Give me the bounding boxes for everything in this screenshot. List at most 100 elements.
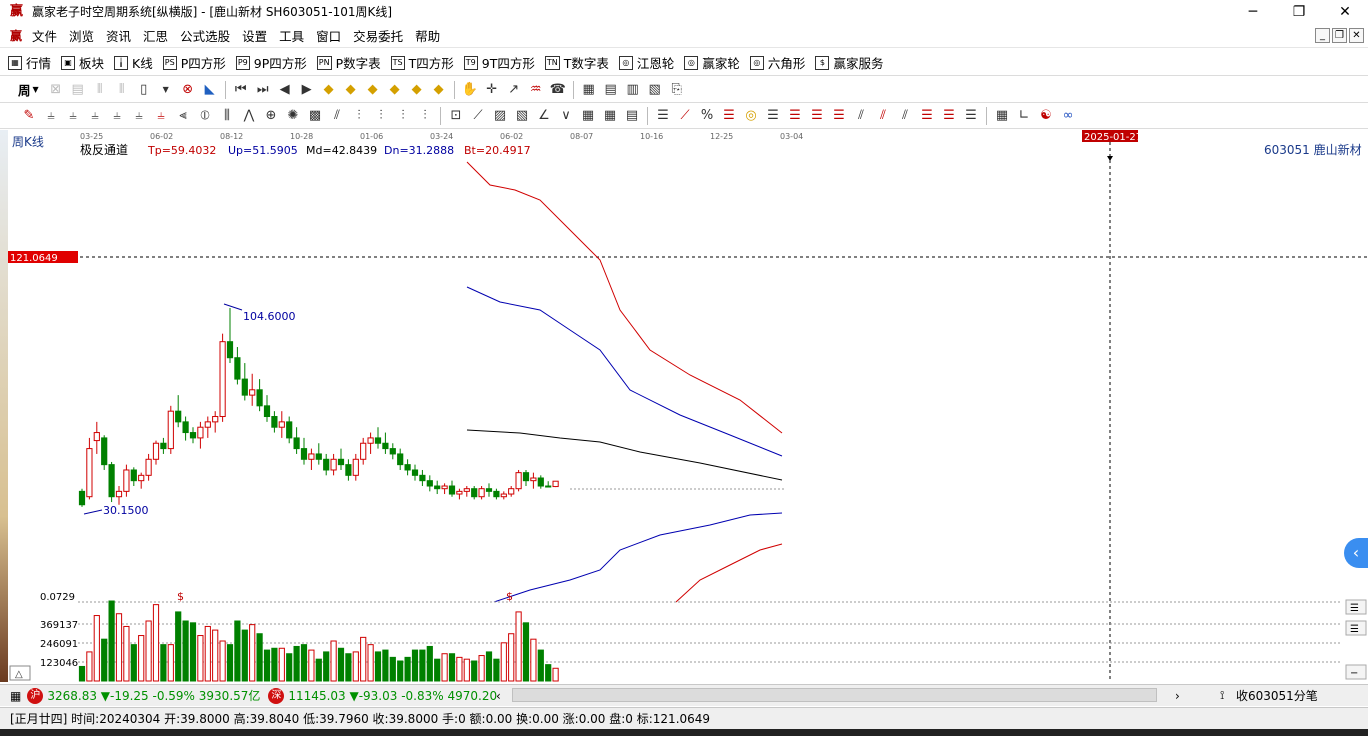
menu-window[interactable]: 窗口 (310, 26, 347, 45)
crosshair-icon[interactable]: ✛ (481, 80, 503, 100)
wave-icon[interactable]: ♒ (525, 80, 547, 100)
draw-5-icon[interactable]: ⫨ (128, 106, 150, 126)
candle-icon[interactable]: ▯ (133, 80, 155, 100)
nav-item-6[interactable]: TS T四方形 (390, 53, 454, 72)
diamond-6-icon[interactable]: ◆ (428, 80, 450, 100)
zoom-icon[interactable]: ⊠ (45, 80, 67, 100)
menu-file[interactable]: 文件 (26, 26, 63, 45)
nav-item-7[interactable]: T9 9T四方形 (463, 53, 535, 72)
draw-19-icon[interactable]: ⊡ (445, 106, 467, 126)
angle-icon[interactable]: ∟ (1013, 106, 1035, 126)
next-icon[interactable]: ▶ (296, 80, 318, 100)
draw-12-icon[interactable]: ✺ (282, 106, 304, 126)
draw-2-icon[interactable]: ⫨ (62, 106, 84, 126)
diamond-1-icon[interactable]: ◆ (318, 80, 340, 100)
prev-icon[interactable]: ◀ (274, 80, 296, 100)
fib-7-icon[interactable]: ☰ (806, 106, 828, 126)
draw-22-icon[interactable]: ▧ (511, 106, 533, 126)
menu-formula[interactable]: 公式选股 (174, 26, 236, 45)
menu-help[interactable]: 帮助 (409, 26, 446, 45)
nav-item-5[interactable]: PN P数字表 (316, 53, 381, 72)
menu-huisi[interactable]: 汇思 (137, 26, 174, 45)
draw-23-icon[interactable]: ∠ (533, 106, 555, 126)
bell-icon[interactable]: ☎ (547, 80, 569, 100)
period-select[interactable]: 周 (18, 80, 31, 99)
taiji-icon[interactable]: ☯ (1035, 106, 1057, 126)
minimize-button[interactable]: ─ (1230, 0, 1276, 23)
restore-button[interactable]: ❐ (1276, 0, 1322, 23)
bars-icon[interactable]: ⫴ (89, 80, 111, 100)
infinity-icon[interactable]: ∞ (1057, 106, 1079, 126)
bars2-icon[interactable]: ⫴ (111, 80, 133, 100)
scroll-right-icon[interactable]: › (1175, 689, 1180, 703)
grid-icon[interactable]: ▦ (991, 106, 1013, 126)
fib-8-icon[interactable]: ☰ (828, 106, 850, 126)
report-icon[interactable]: ▥ (622, 80, 644, 100)
diamond-3-icon[interactable]: ◆ (362, 80, 384, 100)
nav-item-12[interactable]: $ 赢家服务 (815, 53, 883, 72)
fib-2-icon[interactable]: ⟋ (674, 106, 696, 126)
fib-9-icon[interactable]: ⫽ (850, 106, 872, 126)
side-expand-button[interactable]: ‹ (1344, 538, 1368, 568)
hand-icon[interactable]: ✋ (459, 80, 481, 100)
doc-icon[interactable]: ▤ (67, 80, 89, 100)
fib-13-icon[interactable]: ☰ (938, 106, 960, 126)
draw-20-icon[interactable]: ⟋ (467, 106, 489, 126)
menu-browse[interactable]: 浏览 (63, 26, 100, 45)
table-icon[interactable]: ▤ (600, 80, 622, 100)
last-icon[interactable]: ⏭ (252, 80, 274, 100)
nav-item-4[interactable]: P9 9P四方形 (235, 53, 307, 72)
calendar-icon[interactable]: ▦ (578, 80, 600, 100)
fib-1-icon[interactable]: ☰ (652, 106, 674, 126)
menu-tools[interactable]: 工具 (273, 26, 310, 45)
first-icon[interactable]: ⏮ (230, 80, 252, 100)
fib-14-icon[interactable]: ☰ (960, 106, 982, 126)
fib-3-icon[interactable]: ☰ (718, 106, 740, 126)
draw-27-icon[interactable]: ▤ (621, 106, 643, 126)
mdi-restore-button[interactable]: ❐ (1332, 28, 1347, 43)
nav-item-2[interactable]: ╽ K线 (114, 53, 153, 72)
draw-24-icon[interactable]: ∨ (555, 106, 577, 126)
percent-icon[interactable]: % (696, 106, 718, 126)
draw-10-icon[interactable]: ⋀ (238, 106, 260, 126)
draw-6-icon[interactable]: ⫨ (150, 106, 172, 126)
kline-chart[interactable]: 03-25 06-02 08-12 10-28 01-06 03-24 06-02 08-07… (0, 130, 1368, 683)
diamond-2-icon[interactable]: ◆ (340, 80, 362, 100)
draw-15-icon[interactable]: ⫶ (348, 106, 370, 126)
draw-9-icon[interactable]: ⫼ (216, 106, 238, 126)
draw-17-icon[interactable]: ⫶ (392, 106, 414, 126)
draw-11-icon[interactable]: ⊕ (260, 106, 282, 126)
mdi-minimize-button[interactable]: _ (1315, 28, 1330, 43)
sz-index-text[interactable]: 11145.03 ▼-93.03 -0.83% 4970.20 (288, 689, 497, 703)
menu-settings[interactable]: 设置 (236, 26, 273, 45)
draw-3-icon[interactable]: ⫨ (84, 106, 106, 126)
fx-icon[interactable]: ⊗ (177, 80, 199, 100)
fib-4-icon[interactable]: ◎ (740, 106, 762, 126)
fib-12-icon[interactable]: ☰ (916, 106, 938, 126)
grid-menu-icon[interactable]: ▦ (10, 689, 21, 703)
horizontal-scrollbar[interactable] (512, 688, 1157, 702)
scroll-left-icon[interactable]: ‹ (496, 689, 501, 703)
flag-icon[interactable]: ◣ (199, 80, 221, 100)
draw-21-icon[interactable]: ▨ (489, 106, 511, 126)
draw-1-icon[interactable]: ⫨ (40, 106, 62, 126)
fib-5-icon[interactable]: ☰ (762, 106, 784, 126)
draw-18-icon[interactable]: ⫶ (414, 106, 436, 126)
nav-item-3[interactable]: PS P四方形 (162, 53, 226, 72)
mdi-close-button[interactable]: ✕ (1349, 28, 1364, 43)
link-icon[interactable]: ⎘ (666, 80, 688, 100)
tick-data-link[interactable]: 收603051分笔 (1236, 687, 1318, 704)
trend-icon[interactable]: ↗ (503, 80, 525, 100)
draw-7-icon[interactable]: ⫷ (172, 106, 194, 126)
draw-16-icon[interactable]: ⫶ (370, 106, 392, 126)
fib-11-icon[interactable]: ⫽ (894, 106, 916, 126)
draw-26-icon[interactable]: ▦ (599, 106, 621, 126)
nav-item-8[interactable]: TN T数字表 (544, 53, 609, 72)
draw-14-icon[interactable]: ⫽ (326, 106, 348, 126)
draw-4-icon[interactable]: ⫨ (106, 106, 128, 126)
pen-icon[interactable]: ✎ (18, 106, 40, 126)
diamond-5-icon[interactable]: ◆ (406, 80, 428, 100)
nav-item-11[interactable]: ◎ 六角形 (749, 53, 805, 72)
diamond-4-icon[interactable]: ◆ (384, 80, 406, 100)
sh-index-text[interactable]: 3268.83 ▼-19.25 -0.59% 3930.57亿 (47, 687, 260, 704)
